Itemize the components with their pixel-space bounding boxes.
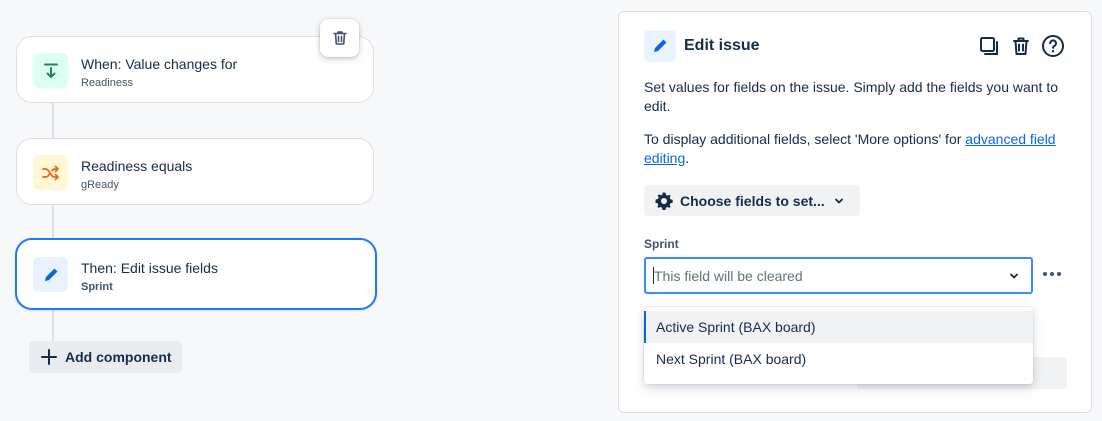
sprint-select[interactable]: This field will be cleared xyxy=(644,257,1033,294)
condition-subtitle: gReady xyxy=(81,179,119,191)
shuffle-icon xyxy=(33,155,68,190)
help-icon[interactable] xyxy=(1041,34,1065,58)
choose-fields-label: Choose fields to set... xyxy=(680,192,825,209)
panel-title: Edit issue xyxy=(684,37,760,54)
chevron-down-icon[interactable] xyxy=(1007,269,1021,283)
additional-fields-prefix: To display additional fields, select 'Mo… xyxy=(644,131,962,147)
flow-connector xyxy=(52,204,54,240)
gear-icon xyxy=(654,191,674,211)
action-card[interactable]: Then: Edit issue fields Sprint xyxy=(15,238,377,310)
copy-icon[interactable] xyxy=(977,34,1001,58)
download-arrow-icon xyxy=(33,53,68,88)
trigger-subtitle: Readiness xyxy=(81,77,133,89)
flow-connector xyxy=(52,102,54,138)
action-title: Then: Edit issue fields xyxy=(81,260,218,276)
add-component-button[interactable]: Add component xyxy=(29,341,182,373)
sprint-option[interactable]: Next Sprint (BAX board) xyxy=(644,343,1033,375)
sprint-field-label: Sprint xyxy=(644,237,679,251)
action-subtitle: Sprint xyxy=(81,281,113,293)
pencil-icon xyxy=(644,30,676,62)
sprint-options-menu: Active Sprint (BAX board) Next Sprint (B… xyxy=(644,307,1033,384)
add-component-label: Add component xyxy=(65,349,172,365)
pencil-icon xyxy=(33,257,68,292)
plus-icon xyxy=(39,347,59,367)
edit-issue-panel: Edit issue Set values for fields on the … xyxy=(618,11,1092,413)
trigger-title: When: Value changes for xyxy=(81,56,238,72)
additional-fields-text: To display additional fields, select 'Mo… xyxy=(644,130,1064,168)
automation-flow: When: Value changes for Readiness Readin… xyxy=(0,0,600,421)
more-options-icon[interactable] xyxy=(1041,268,1063,280)
flow-connector xyxy=(52,308,54,344)
panel-actions xyxy=(977,34,1065,58)
sprint-select-placeholder: This field will be cleared xyxy=(654,268,803,284)
trash-icon[interactable] xyxy=(1009,34,1033,58)
trash-icon xyxy=(332,31,347,45)
delete-component-button[interactable] xyxy=(320,19,359,57)
chevron-down-icon xyxy=(833,195,845,207)
choose-fields-button[interactable]: Choose fields to set... xyxy=(644,185,860,216)
additional-fields-suffix: . xyxy=(685,150,690,166)
sprint-option[interactable]: Active Sprint (BAX board) xyxy=(644,311,1033,343)
condition-title: Readiness equals xyxy=(81,158,193,174)
panel-description: Set values for fields on the issue. Simp… xyxy=(644,79,1059,114)
condition-card[interactable]: Readiness equals gReady xyxy=(16,138,374,205)
